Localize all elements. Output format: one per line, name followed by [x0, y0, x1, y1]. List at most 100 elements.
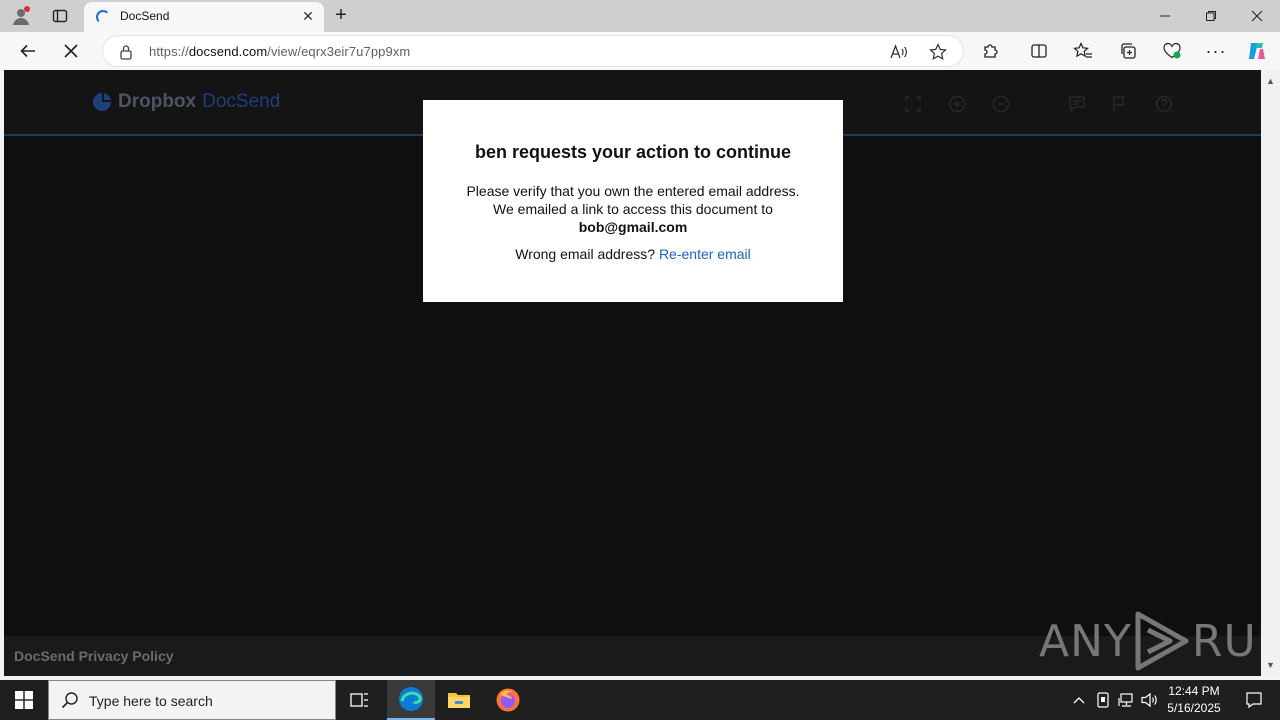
plus-icon: + [335, 3, 347, 26]
address-bar[interactable]: https://docsend.com/view/eqrx3eir7u7pp9x… [102, 35, 964, 67]
settings-more-button[interactable]: ··· [1201, 36, 1231, 66]
extensions-button[interactable] [976, 36, 1006, 66]
zoom-in-icon [948, 95, 966, 113]
tab-title: DocSend [120, 9, 170, 23]
tray-volume-button[interactable] [1140, 680, 1160, 720]
modal-title: ben requests your action to continue [474, 142, 792, 162]
action-center-button[interactable] [1234, 680, 1274, 720]
logo-product: DocSend [202, 91, 281, 112]
clock-time: 12:44 PM [1168, 684, 1220, 698]
edge-icon [399, 687, 423, 711]
collections-button[interactable] [1113, 36, 1143, 66]
browser-essentials-button[interactable] [1157, 36, 1187, 66]
profile-icon [13, 6, 30, 25]
heart-pulse-icon [1163, 42, 1181, 59]
task-view-button[interactable] [336, 680, 384, 720]
favorites-icon [1073, 42, 1092, 58]
firefox-icon [496, 688, 520, 712]
comment-icon [1069, 96, 1085, 113]
start-button[interactable] [0, 680, 48, 720]
more-dots-icon: ··· [1205, 40, 1227, 61]
help-button[interactable] [1154, 94, 1174, 114]
tray-device-button[interactable] [1093, 680, 1113, 720]
scroll-down-arrow-icon[interactable]: ▼ [1266, 660, 1275, 670]
modal-line-1: Please verify that you own the entered e… [466, 183, 800, 199]
minimize-button[interactable] [1142, 0, 1188, 32]
search-icon [61, 692, 78, 709]
url-path: /view/eqrx3eir7u7pp9xm [267, 44, 411, 59]
restore-icon [1206, 11, 1216, 21]
windows-taskbar: Type here to search 12:44 PM 5/16/2025 [0, 680, 1280, 720]
watermark-right: RUN [1191, 615, 1261, 667]
taskbar-search-box[interactable]: Type here to search [48, 680, 336, 720]
taskbar-file-explorer-app[interactable] [435, 680, 483, 720]
copilot-button[interactable] [1242, 36, 1272, 66]
network-icon [1118, 693, 1133, 707]
favorite-star-button[interactable] [927, 41, 949, 63]
tab-actions-icon [52, 9, 68, 23]
favorites-button[interactable] [1068, 36, 1098, 66]
modal-line-2: We emailed a link to access this documen… [493, 201, 773, 217]
star-icon [929, 43, 947, 60]
scroll-up-arrow-icon[interactable]: ▲ [1266, 76, 1275, 86]
tab-strip: DocSend ✕ + [0, 0, 1280, 32]
device-icon [1097, 692, 1109, 708]
fullscreen-icon [905, 96, 921, 112]
volume-icon [1141, 692, 1157, 708]
play-logo-icon [1135, 611, 1189, 671]
wrong-email-prompt: Wrong email address? [515, 246, 656, 262]
new-tab-button[interactable]: + [330, 4, 352, 26]
lock-icon[interactable] [119, 44, 133, 60]
copilot-icon [1249, 43, 1265, 59]
windows-logo-icon [15, 691, 33, 709]
split-screen-icon [1031, 44, 1047, 58]
privacy-policy-link[interactable]: DocSend Privacy Policy [14, 648, 174, 664]
clock-date: 5/16/2025 [1167, 701, 1221, 715]
url-prefix: https:// [149, 44, 189, 59]
docsend-logo-icon [93, 93, 111, 111]
zoom-out-icon [992, 95, 1010, 113]
report-flag-button[interactable] [1110, 94, 1130, 114]
zoom-out-button[interactable] [991, 94, 1011, 114]
puzzle-icon [984, 44, 998, 58]
taskbar-firefox-app[interactable] [484, 680, 532, 720]
read-aloud-icon [890, 44, 907, 59]
search-placeholder: Type here to search [89, 693, 213, 709]
close-icon: ✕ [302, 7, 314, 24]
modal-email: bob@gmail.com [578, 219, 688, 235]
logo-brand: Dropbox [118, 91, 197, 112]
close-window-button[interactable] [1234, 0, 1280, 32]
taskbar-clock[interactable]: 12:44 PM 5/16/2025 [1160, 683, 1228, 717]
back-arrow-icon [20, 44, 35, 58]
split-screen-button[interactable] [1024, 36, 1054, 66]
restore-button[interactable] [1188, 0, 1234, 32]
read-aloud-button[interactable] [888, 41, 910, 63]
anyrun-watermark: ANY RUN [1039, 610, 1261, 672]
taskbar-edge-app[interactable] [387, 680, 435, 720]
comment-button[interactable] [1067, 94, 1087, 114]
tab-docsend[interactable]: DocSend ✕ [84, 2, 324, 32]
minimize-icon [1160, 15, 1170, 17]
verify-email-modal: ben requests your action to continue Ple… [423, 100, 843, 302]
fullscreen-button[interactable] [903, 94, 923, 114]
loading-spinner-icon [96, 10, 110, 24]
tab-actions-button[interactable] [45, 2, 75, 30]
collections-icon [1121, 43, 1136, 59]
task-view-icon [350, 693, 368, 707]
show-hidden-icons-button[interactable] [1068, 680, 1090, 720]
tab-close-button[interactable]: ✕ [300, 8, 316, 24]
url-host: docsend.com [188, 44, 268, 59]
folder-icon [448, 693, 470, 708]
stop-loading-button[interactable] [56, 36, 86, 66]
watermark-left: ANY [1039, 615, 1132, 667]
url-text[interactable]: https://docsend.com/view/eqrx3eir7u7pp9x… [149, 44, 410, 59]
profile-button[interactable] [6, 2, 36, 30]
back-button[interactable] [13, 36, 43, 66]
browser-toolbar: https://docsend.com/view/eqrx3eir7u7pp9x… [0, 32, 1280, 70]
docsend-logo[interactable]: Dropbox DocSend [92, 91, 280, 113]
tray-network-button[interactable] [1116, 680, 1136, 720]
page-scrollbar[interactable]: ▲ ▼ [1261, 70, 1280, 676]
re-enter-email-link[interactable]: Re-enter email [659, 246, 751, 262]
zoom-in-button[interactable] [947, 94, 967, 114]
close-window-icon [1251, 10, 1263, 22]
